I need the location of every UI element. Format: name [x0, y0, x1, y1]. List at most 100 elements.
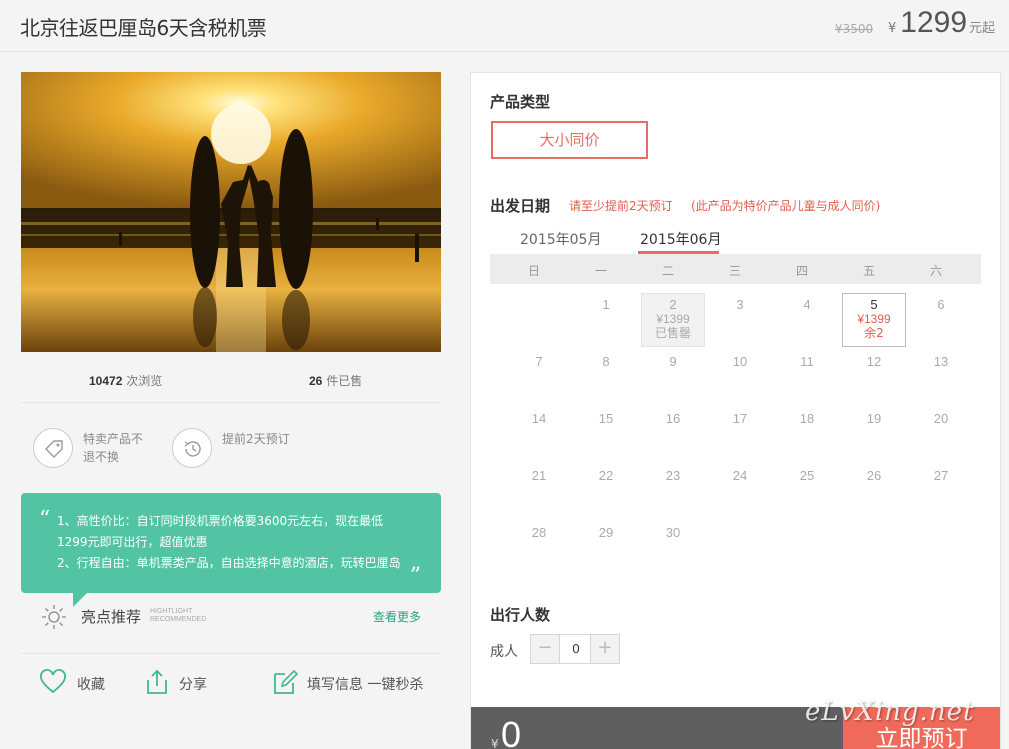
- highlight-title: 亮点推荐: [81, 608, 142, 626]
- departure-date-title: 出发日期: [490, 197, 551, 215]
- calendar-day-14: 14: [531, 411, 547, 426]
- calendar-day-17: 17: [732, 411, 748, 426]
- fill-info-label: 填写信息 一键秒杀: [307, 677, 424, 693]
- total-currency: ¥: [491, 737, 499, 749]
- calendar-day-19: 19: [866, 411, 882, 426]
- tab-month-may[interactable]: 2015年05月: [520, 229, 601, 249]
- sun-icon: [42, 605, 66, 629]
- highlight-line: 1、高性价比：自订同时段机票价格要3600元左右，现在最低: [57, 514, 384, 528]
- calendar-day-2[interactable]: 2 ¥1399 已售罄: [641, 293, 705, 347]
- adult-count-stepper: − 0 +: [530, 634, 620, 664]
- sold-label: 件已售: [326, 374, 363, 388]
- calendar-day-29: 29: [598, 525, 614, 540]
- price-value: 1299: [900, 6, 968, 39]
- day-price: ¥1399: [656, 312, 690, 326]
- stats-row: 10472 次浏览 26 件已售: [21, 365, 441, 403]
- calendar-day-5[interactable]: 5 ¥1399 余2: [842, 293, 906, 347]
- watermark: eLvXing.net: [805, 697, 975, 727]
- calendar-day-28: 28: [531, 525, 547, 540]
- adult-count-value[interactable]: 0: [561, 635, 591, 663]
- calendar-day-11: 11: [800, 354, 814, 369]
- highlight-line: 2、行程自由：单机票类产品，自由选择中意的酒店，玩转巴厘岛: [57, 556, 401, 570]
- advance-booking-note: 请至少提前2天预订: [569, 199, 673, 213]
- calendar-day-27: 27: [933, 468, 949, 483]
- calendar-day-20: 20: [933, 411, 949, 426]
- calendar-day-25: 25: [799, 468, 815, 483]
- tag-icon: [33, 428, 73, 468]
- product-type-title: 产品类型: [490, 93, 551, 111]
- feature-text: 特卖产品不退不换: [83, 432, 144, 464]
- quote-open-icon: “: [39, 507, 51, 532]
- calendar-day-13: 13: [933, 354, 949, 369]
- highlight-en-title: HIGHTLIGHT RECOMMENDED: [150, 608, 206, 624]
- calendar-day-21: 21: [531, 468, 547, 483]
- sold-count: 26: [309, 374, 323, 388]
- calendar-day-22: 22: [598, 468, 614, 483]
- highlight-en-line: RECOMMENDED: [150, 616, 207, 623]
- day-status: 余2: [864, 326, 884, 340]
- calendar-day-4: 4: [803, 297, 811, 312]
- view-more-link[interactable]: 查看更多: [373, 608, 421, 625]
- weekday-label: 二: [661, 264, 674, 278]
- feature-text: 提前2天预订: [222, 432, 290, 446]
- calendar-day-23: 23: [665, 468, 681, 483]
- quote-close-icon: ”: [409, 564, 421, 589]
- calendar-day-3: 3: [736, 297, 744, 312]
- total-amount: 0: [501, 714, 522, 749]
- highlight-header: 亮点推荐 HIGHTLIGHT RECOMMENDED 查看更多: [21, 598, 441, 634]
- clock-history-icon: [172, 428, 212, 468]
- adult-label: 成人: [490, 644, 518, 660]
- travelers-title: 出行人数: [490, 606, 551, 624]
- feature-advance-booking: 提前2天预订: [172, 428, 292, 470]
- header: 北京往返巴厘岛6天含税机票 ¥3500 ¥1299 元起: [0, 0, 1009, 52]
- sunset-surfers-image: [21, 72, 441, 352]
- booking-panel: 产品类型 大小同价 出发日期 请至少提前2天预订 (此产品为特价产品儿童与成人同…: [470, 72, 1001, 749]
- calendar-day-26: 26: [866, 468, 882, 483]
- weekday-label: 日: [527, 264, 540, 278]
- favorite-button[interactable]: 收藏: [39, 668, 129, 698]
- day-number: 2: [669, 297, 677, 312]
- edit-icon: [274, 669, 299, 694]
- tab-month-june[interactable]: 2015年06月: [640, 229, 721, 249]
- favorite-label: 收藏: [77, 677, 105, 693]
- day-status: 已售罄: [654, 326, 691, 340]
- highlight-line: 1299元即可出行，超值优惠: [57, 535, 208, 549]
- decrement-button[interactable]: −: [531, 635, 560, 663]
- share-label: 分享: [179, 677, 207, 693]
- calendar-day-1: 1: [602, 297, 610, 312]
- calendar-day-8: 8: [602, 354, 610, 369]
- product-type-option[interactable]: 大小同价: [491, 121, 648, 159]
- calendar-day-6: 6: [937, 297, 945, 312]
- calendar-day-30: 30: [665, 525, 681, 540]
- current-price: ¥1299 元起: [888, 6, 995, 40]
- calendar-day-15: 15: [598, 411, 614, 426]
- highlight-en-line: HIGHTLIGHT: [150, 608, 193, 615]
- views-stat: 10472 次浏览: [89, 372, 162, 389]
- calendar-day-10: 10: [732, 354, 748, 369]
- child-price-note: (此产品为特价产品儿童与成人同价): [691, 199, 881, 213]
- views-label: 次浏览: [126, 374, 163, 388]
- weekday-label: 五: [862, 264, 875, 278]
- action-bar: 收藏 分享 填写信息 一键秒杀: [21, 653, 441, 713]
- calendar-day-18: 18: [799, 411, 815, 426]
- day-price: ¥1399: [857, 312, 891, 326]
- price-unit: 元起: [969, 21, 996, 36]
- sold-stat: 26 件已售: [309, 372, 362, 389]
- calendar-day-12: 12: [866, 354, 882, 369]
- weekday-label: 六: [929, 264, 942, 278]
- day-number: 5: [870, 297, 878, 312]
- weekday-label: 三: [728, 264, 741, 278]
- share-button[interactable]: 分享: [143, 668, 233, 698]
- calendar-day-7: 7: [535, 354, 543, 369]
- views-count: 10472: [89, 374, 123, 388]
- fill-info-button[interactable]: 填写信息 一键秒杀: [271, 668, 436, 698]
- calendar-day-16: 16: [665, 411, 681, 426]
- page-title: 北京往返巴厘岛6天含税机票: [20, 16, 267, 40]
- original-price: ¥3500: [835, 22, 874, 36]
- weekday-label: 四: [795, 264, 808, 278]
- price-currency: ¥: [888, 21, 897, 36]
- increment-button[interactable]: +: [590, 635, 619, 663]
- product-photo: [21, 72, 441, 352]
- weekday-label: 一: [594, 264, 607, 278]
- highlight-quote-box: “ 1、高性价比：自订同时段机票价格要3600元左右，现在最低 1299元即可出…: [21, 493, 441, 607]
